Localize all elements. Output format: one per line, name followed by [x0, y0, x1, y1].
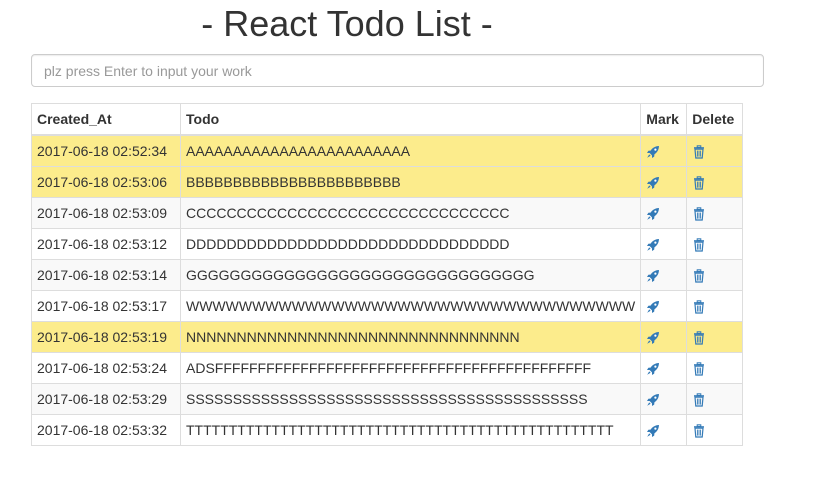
trash-icon[interactable]: [692, 207, 706, 221]
created-at-cell: 2017-06-18 02:53:12: [31, 228, 181, 260]
todo-cell: TTTTTTTTTTTTTTTTTTTTTTTTTTTTTTTTTTTTTTTT…: [179, 414, 642, 446]
table-row: 2017-06-18 02:53:09 CCCCCCCCCCCCCCCCCCCC…: [31, 197, 744, 229]
todo-cell: BBBBBBBBBBBBBBBBBBBBBBB: [179, 166, 642, 198]
created-at-cell: 2017-06-18 02:53:17: [31, 290, 181, 322]
rocket-icon[interactable]: [646, 269, 660, 283]
todo-cell: NNNNNNNNNNNNNNNNNNNNNNNNNNNNNNNNN: [179, 321, 642, 353]
trash-icon[interactable]: [692, 300, 706, 314]
mark-cell: [640, 259, 688, 291]
table-row: 2017-06-18 02:53:24 ADSFFFFFFFFFFFFFFFFF…: [31, 352, 744, 384]
mark-cell: [640, 290, 688, 322]
todo-cell: CCCCCCCCCCCCCCCCCCCCCCCCCCCCCCCC: [179, 197, 642, 229]
table-row: 2017-06-18 02:53:19 NNNNNNNNNNNNNNNNNNNN…: [31, 321, 744, 353]
trash-icon[interactable]: [692, 331, 706, 345]
table-header: Created_At Todo Mark Delete: [31, 103, 744, 136]
header-row: Created_At Todo Mark Delete: [31, 103, 744, 136]
mark-cell: [640, 414, 688, 446]
todo-cell: AAAAAAAAAAAAAAAAAAAAAAAA: [179, 134, 642, 167]
table-body: 2017-06-18 02:52:34 AAAAAAAAAAAAAAAAAAAA…: [31, 134, 744, 446]
todo-cell: DDDDDDDDDDDDDDDDDDDDDDDDDDDDDDDD: [179, 228, 642, 260]
trash-icon[interactable]: [692, 393, 706, 407]
trash-icon[interactable]: [692, 238, 706, 252]
todo-cell: WWWWWWWWWWWWWWWWWWWWWWWWWWWWWWWWWW: [179, 290, 642, 322]
created-at-cell: 2017-06-18 02:53:19: [31, 321, 181, 353]
mark-cell: [640, 166, 688, 198]
delete-cell: [686, 166, 744, 198]
created-at-cell: 2017-06-18 02:52:34: [31, 134, 181, 167]
trash-icon[interactable]: [692, 145, 706, 159]
todo-input-wrapper: [31, 54, 764, 87]
todo-input[interactable]: [31, 54, 764, 87]
created-at-cell: 2017-06-18 02:53:14: [31, 259, 181, 291]
delete-cell: [686, 134, 744, 167]
table-row: 2017-06-18 02:53:32 TTTTTTTTTTTTTTTTTTTT…: [31, 414, 744, 446]
delete-cell: [686, 321, 744, 353]
rocket-icon[interactable]: [646, 424, 660, 438]
table-row: 2017-06-18 02:53:17 WWWWWWWWWWWWWWWWWWWW…: [31, 290, 744, 322]
delete-cell: [686, 383, 744, 415]
delete-cell: [686, 259, 744, 291]
header-todo: Todo: [179, 103, 642, 136]
rocket-icon[interactable]: [646, 331, 660, 345]
page-title: - React Todo List -: [201, 3, 493, 44]
mark-cell: [640, 197, 688, 229]
rocket-icon[interactable]: [646, 300, 660, 314]
rocket-icon[interactable]: [646, 393, 660, 407]
trash-icon[interactable]: [692, 424, 706, 438]
table-row: 2017-06-18 02:52:34 AAAAAAAAAAAAAAAAAAAA…: [31, 134, 744, 167]
created-at-cell: 2017-06-18 02:53:24: [31, 352, 181, 384]
mark-cell: [640, 383, 688, 415]
trash-icon[interactable]: [692, 176, 706, 190]
rocket-icon[interactable]: [646, 145, 660, 159]
created-at-cell: 2017-06-18 02:53:29: [31, 383, 181, 415]
header-created-at: Created_At: [31, 103, 181, 136]
trash-icon[interactable]: [692, 362, 706, 376]
delete-cell: [686, 228, 744, 260]
mark-cell: [640, 321, 688, 353]
table-row: 2017-06-18 02:53:14 GGGGGGGGGGGGGGGGGGGG…: [31, 259, 744, 291]
header-delete: Delete: [686, 103, 744, 136]
table-row: 2017-06-18 02:53:29 SSSSSSSSSSSSSSSSSSSS…: [31, 383, 744, 415]
mark-cell: [640, 134, 688, 167]
todo-cell: SSSSSSSSSSSSSSSSSSSSSSSSSSSSSSSSSSSSSSSS…: [179, 383, 642, 415]
mark-cell: [640, 352, 688, 384]
header-mark: Mark: [640, 103, 688, 136]
todo-cell: ADSFFFFFFFFFFFFFFFFFFFFFFFFFFFFFFFFFFFFF…: [179, 352, 642, 384]
rocket-icon[interactable]: [646, 176, 660, 190]
delete-cell: [686, 414, 744, 446]
rocket-icon[interactable]: [646, 238, 660, 252]
todo-table: Created_At Todo Mark Delete 2017-06-18 0…: [31, 103, 744, 446]
trash-icon[interactable]: [692, 269, 706, 283]
created-at-cell: 2017-06-18 02:53:32: [31, 414, 181, 446]
table-row: 2017-06-18 02:53:12 DDDDDDDDDDDDDDDDDDDD…: [31, 228, 744, 260]
delete-cell: [686, 352, 744, 384]
mark-cell: [640, 228, 688, 260]
created-at-cell: 2017-06-18 02:53:06: [31, 166, 181, 198]
rocket-icon[interactable]: [646, 362, 660, 376]
todo-cell: GGGGGGGGGGGGGGGGGGGGGGGGGGGGGGGG: [179, 259, 642, 291]
delete-cell: [686, 197, 744, 229]
table-row: 2017-06-18 02:53:06 BBBBBBBBBBBBBBBBBBBB…: [31, 166, 744, 198]
rocket-icon[interactable]: [646, 207, 660, 221]
delete-cell: [686, 290, 744, 322]
created-at-cell: 2017-06-18 02:53:09: [31, 197, 181, 229]
